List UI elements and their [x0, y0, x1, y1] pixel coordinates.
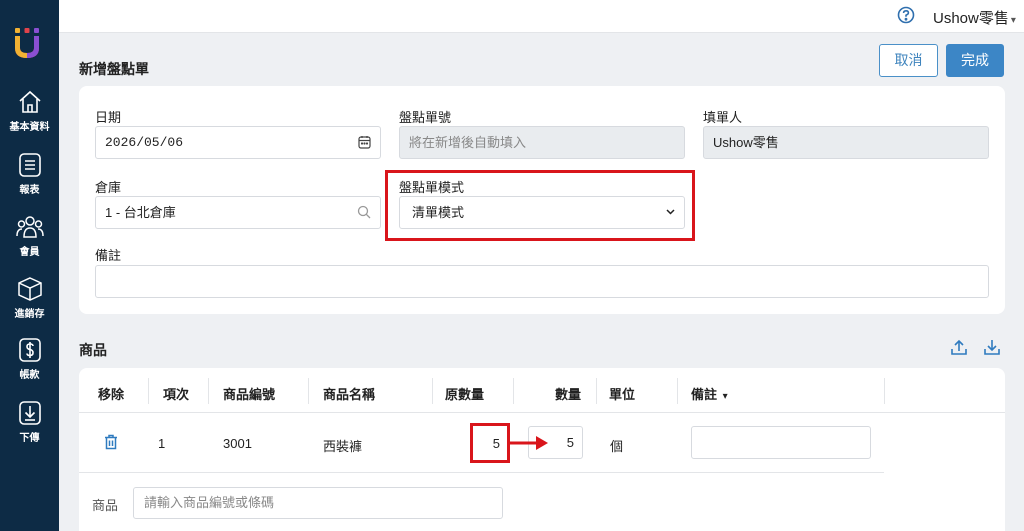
user-menu[interactable]: Ushow零售 ▾: [933, 7, 1016, 28]
home-icon: [18, 90, 41, 113]
sidebar-item-label: 報表: [19, 185, 40, 196]
sidebar-item-basic-data[interactable]: 基本資料: [0, 89, 59, 133]
caret-down-icon: ▾: [722, 391, 728, 402]
add-product-placeholder: 請輸入商品編號或條碼: [144, 495, 275, 510]
highlight-annotation-box: [385, 170, 695, 241]
user-name: Ushow零售: [933, 10, 1009, 27]
done-button[interactable]: 完成: [946, 44, 1004, 77]
members-icon: [15, 216, 44, 238]
page-title: 新增盤點單: [79, 61, 149, 77]
products-title: 商品: [79, 342, 107, 358]
column-header-index: 項次: [163, 387, 190, 402]
filler-value: Ushow零售: [713, 135, 779, 150]
table-row-divider: [79, 472, 884, 473]
highlight-annotation-box: [470, 423, 510, 463]
sidebar-item-label: 會員: [19, 247, 40, 258]
column-divider: [596, 378, 597, 404]
sidebar-item-label: 帳款: [19, 370, 40, 381]
warehouse-label: 倉庫: [95, 180, 122, 195]
top-bar: Ushow零售 ▾: [59, 0, 1024, 33]
quantity-value: 5: [566, 435, 574, 450]
column-divider: [148, 378, 149, 404]
cancel-button[interactable]: 取消: [879, 44, 938, 77]
note-label: 備註: [95, 248, 122, 263]
column-divider: [884, 378, 885, 404]
help-icon[interactable]: [897, 6, 915, 24]
note-field[interactable]: [95, 265, 989, 298]
date-value: 2026/05/06: [105, 135, 184, 150]
row-code: 3001: [223, 436, 252, 451]
filler-field: Ushow零售: [703, 126, 989, 159]
calendar-icon[interactable]: [358, 135, 371, 149]
sidebar-item-label: 基本資料: [9, 122, 50, 133]
table-header-divider: [79, 412, 1005, 413]
sidebar-item-members[interactable]: 會員: [0, 214, 59, 258]
upload-icon[interactable]: [950, 338, 968, 356]
report-icon: [18, 153, 41, 177]
trash-icon[interactable]: [104, 434, 118, 450]
sidebar-item-label: 下傳: [19, 433, 40, 444]
warehouse-field[interactable]: 1 - 台北倉庫: [95, 196, 381, 229]
dollar-icon: [18, 338, 41, 362]
row-note-input[interactable]: [691, 426, 871, 459]
filler-label: 填單人: [703, 110, 743, 125]
number-label: 盤點單號: [399, 110, 452, 125]
column-header-note-label: 備註: [691, 387, 718, 402]
date-label: 日期: [95, 110, 122, 125]
sidebar-item-download[interactable]: 下傳: [0, 400, 59, 444]
add-product-input[interactable]: 請輸入商品編號或條碼: [133, 487, 503, 519]
search-icon[interactable]: [357, 205, 371, 219]
column-header-name: 商品名稱: [323, 387, 376, 402]
number-field: 將在新增後自動填入: [399, 126, 685, 159]
column-divider: [308, 378, 309, 404]
number-placeholder: 將在新增後自動填入: [409, 135, 527, 150]
row-index: 1: [158, 436, 166, 451]
sidebar: 基本資料 報表 會員 進銷存 帳款 下傳: [0, 0, 59, 531]
sidebar-item-label: 進銷存: [14, 309, 45, 320]
column-divider: [432, 378, 433, 404]
chevron-down-icon: ▾: [1010, 15, 1016, 26]
column-divider: [513, 378, 514, 404]
download-icon[interactable]: [983, 338, 1001, 356]
app-logo: [15, 28, 39, 58]
arrow-right-icon: [510, 436, 548, 450]
date-field[interactable]: 2026/05/06: [95, 126, 381, 159]
column-header-qty: 數量: [555, 387, 582, 402]
column-divider: [677, 378, 678, 404]
column-header-unit: 單位: [609, 387, 636, 402]
row-unit: 個: [610, 439, 624, 454]
download-icon: [18, 401, 41, 425]
sidebar-item-inventory[interactable]: 進銷存: [0, 276, 59, 320]
column-divider: [208, 378, 209, 404]
sidebar-item-reports[interactable]: 報表: [0, 152, 59, 196]
column-header-orig-qty: 原數量: [445, 387, 485, 402]
warehouse-value: 1 - 台北倉庫: [105, 205, 176, 220]
row-name: 西裝褲: [323, 439, 363, 454]
column-header-note[interactable]: 備註 ▾: [691, 384, 728, 403]
column-header-remove: 移除: [98, 387, 125, 402]
column-header-code: 商品編號: [223, 387, 276, 402]
inventory-box-icon: [17, 277, 42, 301]
sidebar-item-accounts[interactable]: 帳款: [0, 337, 59, 381]
add-product-label: 商品: [92, 498, 119, 513]
